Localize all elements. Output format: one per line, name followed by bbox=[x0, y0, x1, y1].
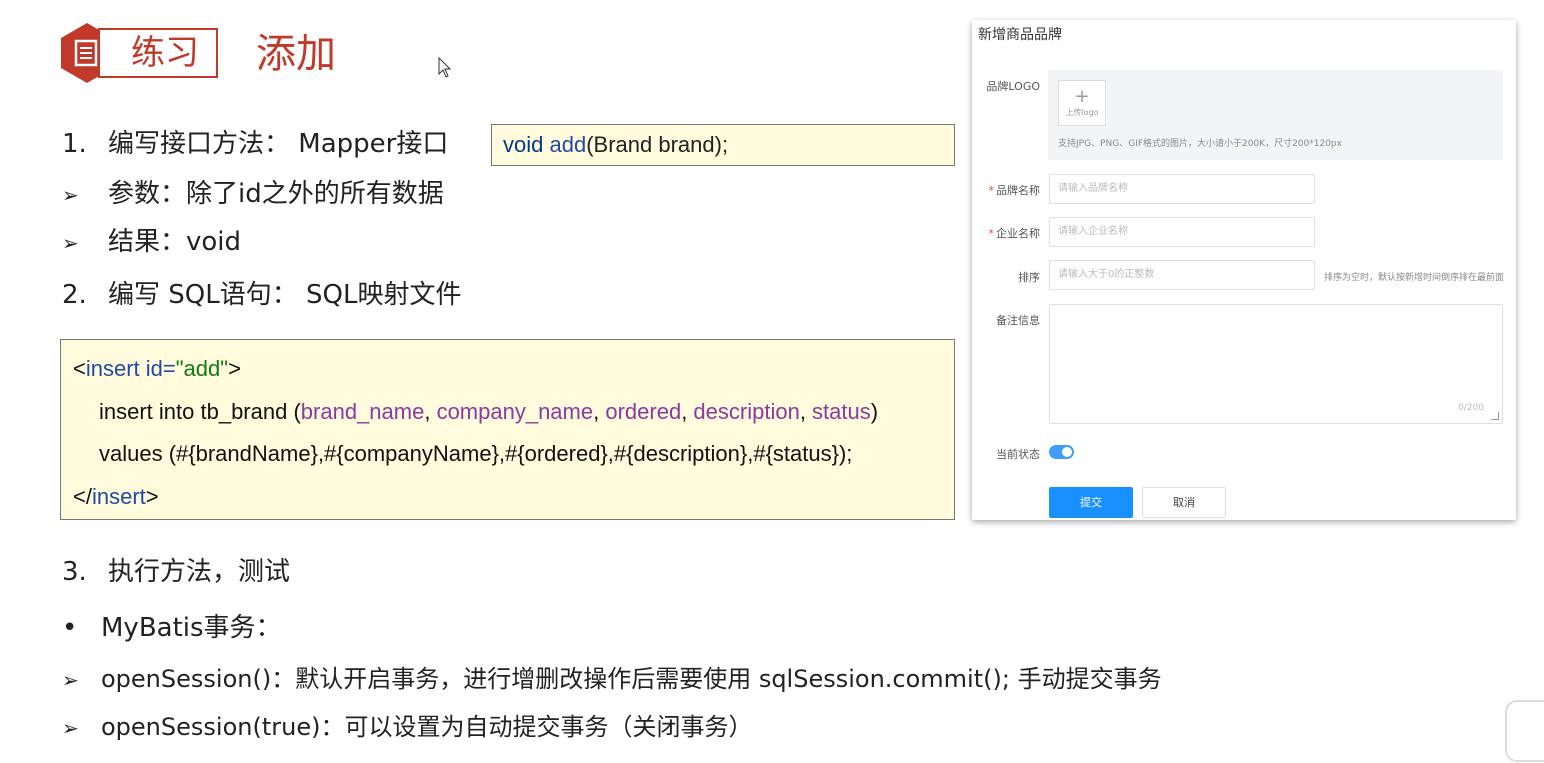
status-toggle[interactable] bbox=[1049, 445, 1074, 459]
arrow-bullet-icon: ➢ bbox=[62, 716, 79, 740]
step-text: 执行方法，测试 bbox=[108, 557, 291, 587]
code-token: ) bbox=[870, 399, 879, 424]
code-line: values (#{brandName},#{companyName},#{or… bbox=[99, 441, 853, 466]
transaction-heading: • MyBatis事务： bbox=[62, 610, 282, 646]
transaction-item-2: ➢ openSession(true)：可以设置为自动提交事务（关闭事务） bbox=[62, 709, 752, 746]
brand-name-label: * 品牌名称 bbox=[972, 182, 1041, 198]
upload-logo-button[interactable]: + 上传logo bbox=[1058, 80, 1106, 126]
step-number: 1. bbox=[62, 129, 87, 159]
result-text: 结果：void bbox=[108, 227, 242, 257]
upload-caption: 上传logo bbox=[1065, 108, 1099, 117]
step-number: 2. bbox=[62, 280, 87, 310]
code-token: company_name bbox=[436, 399, 594, 424]
form-title: 新增商品品牌 bbox=[978, 27, 1062, 43]
param-text: 参数：除了id之外的所有数据 bbox=[108, 179, 444, 209]
resize-handle-icon[interactable] bbox=[1491, 412, 1499, 420]
submit-button[interactable]: 提交 bbox=[1049, 487, 1133, 518]
code-token: insert into tb_brand ( bbox=[99, 399, 301, 424]
code-token: ordered bbox=[605, 399, 682, 424]
code-token: id= bbox=[139, 356, 176, 381]
step-number: 3. bbox=[62, 557, 87, 587]
bullet-dot-icon: • bbox=[62, 613, 78, 643]
cancel-button[interactable]: 取消 bbox=[1142, 487, 1226, 518]
badge-label: 练习 bbox=[131, 33, 199, 73]
sort-label: 排序 bbox=[1018, 271, 1040, 284]
logo-label: 品牌LOGO bbox=[986, 80, 1040, 93]
code-token: description bbox=[693, 399, 800, 424]
char-counter: 0/200 bbox=[1458, 403, 1484, 413]
code-token: < bbox=[73, 356, 86, 381]
heading-text: MyBatis事务： bbox=[101, 613, 282, 643]
page-title: 添加 bbox=[256, 31, 336, 77]
code-token: , bbox=[593, 399, 606, 424]
status-label: 当前状态 bbox=[996, 448, 1040, 461]
code-token: , bbox=[799, 399, 813, 424]
code-token: > bbox=[228, 356, 241, 381]
sort-input[interactable]: 请输入大于0的正整数 bbox=[1049, 260, 1315, 290]
step-text: 编写 SQL语句： SQL映射文件 bbox=[108, 280, 462, 310]
plus-icon: + bbox=[1074, 86, 1090, 107]
sort-hint: 排序为空时，默认按新增时间倒序排在最前面 bbox=[1324, 273, 1505, 283]
step-2: 2. 编写 SQL语句： SQL映射文件 bbox=[62, 277, 461, 313]
company-name-label: * 企业名称 bbox=[972, 225, 1041, 241]
code-token: , bbox=[681, 399, 694, 424]
interface-code-box: void add(Brand brand); bbox=[491, 124, 955, 166]
label-text: 品牌名称 bbox=[996, 184, 1040, 197]
label-text: 企业名称 bbox=[996, 227, 1040, 240]
item-text: openSession()：默认开启事务，进行增删改操作后需要使用 sqlSes… bbox=[101, 665, 1162, 693]
description-label: 备注信息 bbox=[996, 314, 1040, 327]
code-line: <insert id="add"> bbox=[73, 354, 241, 384]
arrow-bullet-icon: ➢ bbox=[62, 231, 79, 255]
code-line: </insert> bbox=[73, 482, 159, 512]
code-token: brand_name bbox=[300, 399, 425, 424]
code-token: status bbox=[812, 399, 871, 424]
logo-upload-area: + 上传logo 支持JPG、PNG、GIF格式的图片，大小请小于200K，尺寸… bbox=[1048, 70, 1503, 160]
code-keyword: void bbox=[503, 132, 544, 157]
mouse-cursor-icon bbox=[438, 57, 452, 78]
description-textarea[interactable]: 0/200 bbox=[1049, 304, 1503, 424]
code-signature: (Brand brand); bbox=[586, 132, 729, 157]
item-text: openSession(true)：可以设置为自动提交事务（关闭事务） bbox=[101, 713, 753, 741]
step-text: 编写接口方法： Mapper接口 bbox=[108, 129, 449, 159]
step-1: 1. 编写接口方法： Mapper接口 bbox=[62, 126, 448, 162]
add-brand-form-panel: 新增商品品牌 品牌LOGO + 上传logo 支持JPG、PNG、GIF格式的图… bbox=[972, 20, 1516, 520]
company-name-input[interactable]: 请输入企业名称 bbox=[1049, 217, 1315, 247]
code-token: "add" bbox=[175, 356, 229, 381]
code-token: </ bbox=[73, 484, 92, 509]
code-token: , bbox=[424, 399, 437, 424]
toggle-knob bbox=[1062, 447, 1072, 457]
required-mark: * bbox=[988, 184, 995, 197]
param-line: ➢ 参数：除了id之外的所有数据 bbox=[62, 176, 444, 213]
code-token: insert bbox=[91, 484, 146, 509]
code-line: insert into tb_brand (brand_name, compan… bbox=[99, 397, 878, 427]
transaction-item-1: ➢ openSession()：默认开启事务，进行增删改操作后需要使用 sqlSe… bbox=[62, 661, 1162, 698]
required-mark: * bbox=[988, 227, 995, 240]
code-method: add bbox=[549, 132, 587, 157]
arrow-bullet-icon: ➢ bbox=[62, 183, 79, 207]
floating-player-widget[interactable] bbox=[1505, 700, 1544, 762]
result-line: ➢ 结果：void bbox=[62, 224, 241, 261]
brand-name-input[interactable]: 请输入品牌名称 bbox=[1049, 174, 1315, 204]
code-token: > bbox=[145, 484, 159, 509]
code-token: insert bbox=[85, 356, 140, 381]
upload-hint: 支持JPG、PNG、GIF格式的图片，大小请小于200K，尺寸200*120px bbox=[1058, 139, 1342, 149]
sql-code-box: <insert id="add"> insert into tb_brand (… bbox=[60, 339, 955, 520]
arrow-bullet-icon: ➢ bbox=[62, 668, 79, 692]
step-3: 3. 执行方法，测试 bbox=[62, 554, 290, 590]
